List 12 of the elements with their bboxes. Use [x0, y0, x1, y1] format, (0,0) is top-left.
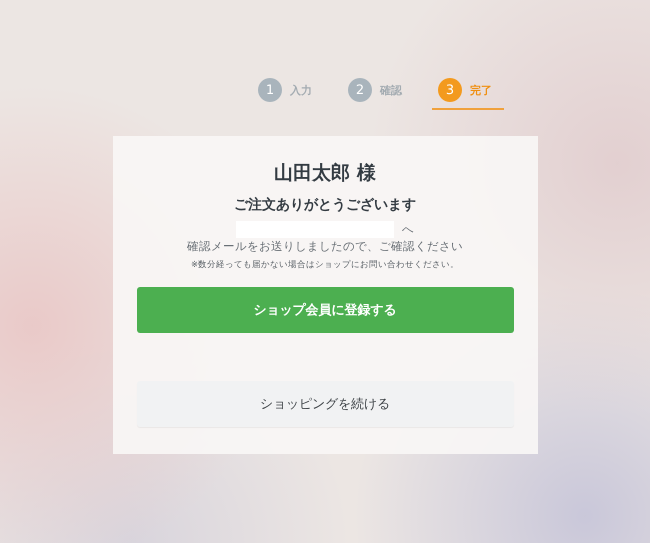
note-text: ※数分経っても届かない場合はショップにお問い合わせください。	[190, 259, 460, 271]
thanks-heading: ご注文ありがとうございます	[234, 196, 416, 214]
step-number: 2	[348, 78, 372, 102]
customer-name: 山田太郎 様	[274, 161, 376, 186]
step-number: 1	[258, 78, 282, 102]
step-label: 確認	[380, 82, 402, 98]
continue-shopping-button[interactable]: ショッピングを続ける	[136, 381, 514, 427]
step-label: 完了	[470, 82, 492, 98]
email-suffix: へ	[402, 222, 414, 237]
step-number: 3	[438, 78, 462, 102]
confirmation-message: 確認メールをお送りしましたので、ご確認ください	[187, 239, 463, 254]
step-label: 入力	[290, 82, 312, 98]
